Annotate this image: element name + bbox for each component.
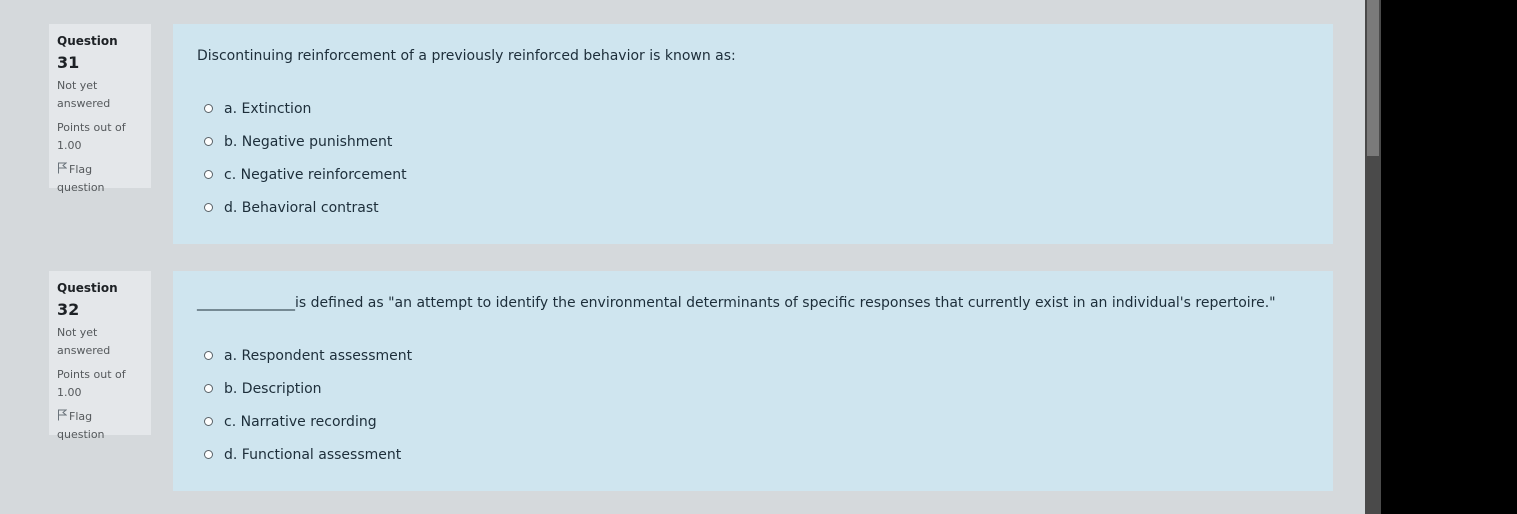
radio-unselected-icon[interactable]: [204, 384, 213, 393]
answer-label[interactable]: c. Narrative recording: [224, 414, 377, 430]
question-number: Question 31: [57, 30, 143, 75]
radio-unselected-icon[interactable]: [204, 450, 213, 459]
question-text-value: Discontinuing reinforcement of a previou…: [197, 48, 736, 64]
answer-option[interactable]: c. Negative reinforcement: [204, 158, 407, 191]
question-grade: Points out of 1.00: [57, 368, 126, 399]
answer-list: a. Extinction b. Negative punishment c. …: [204, 92, 407, 224]
question-info: Question 32 Not yet answered Points out …: [49, 271, 151, 441]
question-number-value: 31: [57, 53, 80, 72]
question-number: Question 32: [57, 277, 143, 322]
offscreen-area: [1381, 0, 1517, 514]
question-state: Not yet answered: [57, 326, 111, 357]
answer-option[interactable]: a. Extinction: [204, 92, 407, 125]
question-content: Discontinuing reinforcement of a previou…: [173, 24, 1333, 244]
radio-unselected-icon[interactable]: [204, 351, 213, 360]
answer-option[interactable]: b. Negative punishment: [204, 125, 407, 158]
radio-unselected-icon[interactable]: [204, 170, 213, 179]
question-text-value: is defined as "an attempt to identify th…: [295, 295, 1276, 311]
answer-label[interactable]: d. Functional assessment: [224, 447, 401, 463]
question-info: Question 31 Not yet answered Points out …: [49, 24, 151, 194]
flag-question-link[interactable]: Flag question: [57, 161, 143, 197]
answer-option[interactable]: b. Description: [204, 372, 412, 405]
question-label: Question: [57, 281, 118, 295]
radio-unselected-icon[interactable]: [204, 417, 213, 426]
answer-label[interactable]: b. Negative punishment: [224, 134, 392, 150]
question-content: ______________is defined as "an attempt …: [173, 271, 1333, 491]
flag-icon: [58, 409, 67, 421]
answer-option[interactable]: d. Behavioral contrast: [204, 191, 407, 224]
radio-unselected-icon[interactable]: [204, 203, 213, 212]
answer-label[interactable]: b. Description: [224, 381, 322, 397]
answer-label[interactable]: d. Behavioral contrast: [224, 200, 379, 216]
answer-option[interactable]: a. Respondent assessment: [204, 339, 412, 372]
answer-label[interactable]: a. Respondent assessment: [224, 348, 412, 364]
flag-question-link[interactable]: Flag question: [57, 408, 143, 444]
answer-label[interactable]: c. Negative reinforcement: [224, 167, 407, 183]
question-text: Discontinuing reinforcement of a previou…: [197, 48, 736, 64]
question-state: Not yet answered: [57, 79, 111, 110]
question-grade: Points out of 1.00: [57, 121, 126, 152]
radio-unselected-icon[interactable]: [204, 104, 213, 113]
flag-icon: [58, 162, 67, 174]
scrollbar-thumb[interactable]: [1367, 0, 1379, 156]
answer-list: a. Respondent assessment b. Description …: [204, 339, 412, 471]
fill-in-blank: ______________: [197, 295, 295, 311]
answer-option[interactable]: c. Narrative recording: [204, 405, 412, 438]
question-label: Question: [57, 34, 118, 48]
radio-unselected-icon[interactable]: [204, 137, 213, 146]
answer-option[interactable]: d. Functional assessment: [204, 438, 412, 471]
question-number-value: 32: [57, 300, 80, 319]
answer-label[interactable]: a. Extinction: [224, 101, 311, 117]
question-text: ______________is defined as "an attempt …: [197, 295, 1276, 311]
